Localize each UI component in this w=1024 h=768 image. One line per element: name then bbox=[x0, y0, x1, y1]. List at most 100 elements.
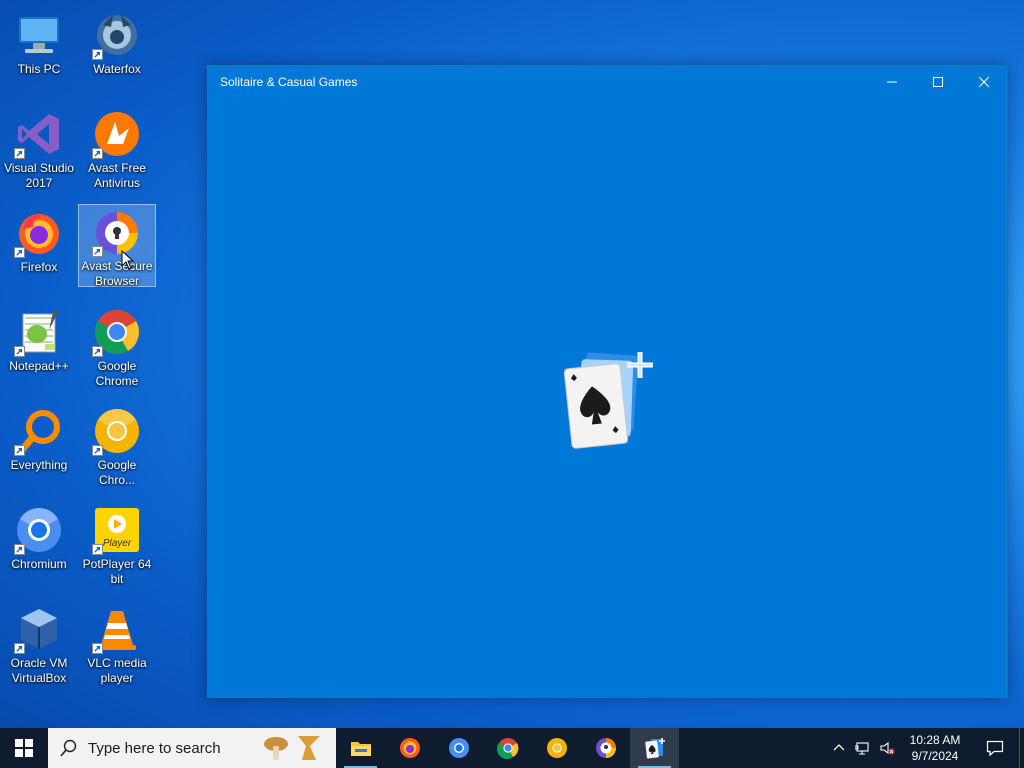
taskbar-file-explorer[interactable] bbox=[336, 728, 385, 768]
search-placeholder: Type here to search bbox=[88, 739, 221, 757]
avast-secure-browser-icon bbox=[92, 209, 142, 257]
solitaire-window[interactable]: Solitaire & Casual Games bbox=[207, 65, 1008, 698]
taskbar-solitaire[interactable] bbox=[630, 728, 679, 768]
desktop-icon-label: Firefox bbox=[20, 260, 58, 274]
start-button[interactable] bbox=[0, 728, 48, 768]
shortcut-arrow-icon bbox=[14, 643, 25, 654]
shortcut-arrow-icon bbox=[14, 148, 25, 159]
desktop-icon-label: VLC media player bbox=[87, 656, 147, 685]
taskbar-firefox[interactable] bbox=[385, 728, 434, 768]
shortcut-arrow-icon bbox=[92, 544, 103, 555]
shortcut-arrow-icon bbox=[92, 148, 103, 159]
show-desktop-button[interactable] bbox=[1019, 728, 1024, 768]
desktop-icon-vlc[interactable]: VLC media player bbox=[78, 600, 156, 686]
network-icon bbox=[855, 742, 869, 755]
avast-secure-browser-icon bbox=[595, 738, 616, 758]
chevron-up-icon bbox=[833, 744, 845, 751]
desktop-icon-label: Notepad++ bbox=[9, 359, 69, 373]
desktop-icon-this-pc[interactable]: This PC bbox=[0, 6, 78, 77]
minimize-button[interactable] bbox=[869, 66, 915, 97]
taskbar-chrome-canary[interactable] bbox=[532, 728, 581, 768]
desktop-icon-label: Avast Secure Browser bbox=[81, 259, 153, 288]
shortcut-arrow-icon bbox=[92, 445, 103, 456]
file-explorer-icon bbox=[350, 742, 371, 756]
firefox-icon bbox=[399, 738, 420, 758]
desktop-icon-notepad-plus-plus[interactable]: Notepad++ bbox=[0, 303, 78, 374]
window-title: Solitaire & Casual Games bbox=[220, 74, 358, 89]
taskbar-avast-secure-browser[interactable] bbox=[581, 728, 630, 768]
waterfox-icon bbox=[92, 10, 142, 60]
chromium-icon bbox=[448, 738, 469, 758]
desktop-icon-virtualbox[interactable]: Oracle VM VirtualBox bbox=[0, 600, 78, 686]
clock-time: 10:28 AM bbox=[909, 733, 961, 747]
desktop-icon-chromium[interactable]: Chromium bbox=[0, 501, 78, 572]
taskbar-search-box[interactable]: Type here to search bbox=[48, 728, 336, 768]
windows-logo-icon bbox=[15, 739, 33, 757]
volume-muted-icon bbox=[880, 741, 895, 755]
desktop-icon-everything[interactable]: Everything bbox=[0, 402, 78, 473]
taskbar-chromium[interactable] bbox=[434, 728, 483, 768]
clock-date: 9/7/2024 bbox=[911, 749, 959, 763]
notification-icon bbox=[986, 740, 1004, 757]
desktop-icon-label: This PC bbox=[17, 62, 61, 76]
chromium-icon bbox=[14, 505, 64, 555]
potplayer-icon: Player bbox=[92, 505, 142, 555]
desktop-icon-potplayer[interactable]: Player PotPlayer 64 bit bbox=[78, 501, 156, 587]
solitaire-spade-cards-icon bbox=[563, 352, 653, 449]
desktop-icon-label: Everything bbox=[10, 458, 68, 472]
avast-antivirus-icon bbox=[92, 109, 142, 159]
close-button[interactable] bbox=[961, 66, 1007, 97]
desktop-icon-label: Oracle VM VirtualBox bbox=[10, 656, 68, 685]
volume-button[interactable] bbox=[875, 728, 899, 768]
search-highlight-mushroom-icon bbox=[264, 736, 320, 760]
action-center-button[interactable] bbox=[971, 728, 1019, 768]
network-button[interactable] bbox=[851, 728, 875, 768]
desktop-icon-waterfox[interactable]: Waterfox bbox=[78, 6, 156, 77]
shortcut-arrow-icon bbox=[14, 445, 25, 456]
taskbar: Type here to search 10:28 AM 9/7/2024 bbox=[0, 728, 1024, 768]
solitaire-icon bbox=[644, 738, 665, 759]
vlc-cone-icon bbox=[92, 604, 142, 654]
desktop-icon-label: Chromium bbox=[11, 557, 67, 571]
chrome-canary-icon bbox=[92, 406, 142, 456]
desktop-icon-label: Avast Free Antivirus bbox=[88, 161, 146, 190]
taskbar-chrome[interactable] bbox=[483, 728, 532, 768]
shortcut-arrow-icon bbox=[14, 247, 25, 258]
desktop-icon-avast-antivirus[interactable]: Avast Free Antivirus bbox=[78, 105, 156, 191]
close-icon bbox=[978, 76, 990, 87]
desktop-icon-visual-studio[interactable]: Visual Studio 2017 bbox=[0, 105, 78, 191]
shortcut-arrow-icon bbox=[92, 346, 103, 357]
search-icon bbox=[60, 739, 77, 757]
desktop-icon-label: Waterfox bbox=[93, 62, 141, 76]
virtualbox-icon bbox=[14, 604, 64, 654]
shortcut-arrow-icon bbox=[92, 246, 103, 257]
visual-studio-icon bbox=[14, 109, 64, 159]
desktop-icon-firefox[interactable]: Firefox bbox=[0, 204, 78, 275]
desktop-icon-label: PotPlayer 64 bit bbox=[82, 557, 152, 586]
desktop-icon-label: Google Chro... bbox=[97, 458, 137, 487]
svg-text:Player: Player bbox=[103, 538, 132, 549]
firefox-icon bbox=[14, 208, 64, 258]
shortcut-arrow-icon bbox=[92, 49, 103, 60]
shortcut-arrow-icon bbox=[92, 643, 103, 654]
everything-search-icon bbox=[14, 406, 64, 456]
window-titlebar[interactable]: Solitaire & Casual Games bbox=[208, 66, 1007, 97]
mouse-cursor-icon bbox=[121, 250, 134, 270]
shortcut-arrow-icon bbox=[14, 544, 25, 555]
system-tray: 10:28 AM 9/7/2024 bbox=[827, 728, 1024, 768]
taskbar-clock[interactable]: 10:28 AM 9/7/2024 bbox=[899, 732, 971, 764]
maximize-icon bbox=[933, 76, 943, 87]
desktop-icon-google-chrome[interactable]: Google Chrome bbox=[78, 303, 156, 389]
desktop-icon-label: Visual Studio 2017 bbox=[4, 161, 74, 190]
desktop-icon-google-chrome-canary[interactable]: Google Chro... bbox=[78, 402, 156, 488]
shortcut-arrow-icon bbox=[14, 346, 25, 357]
chrome-canary-icon bbox=[546, 738, 567, 758]
maximize-button[interactable] bbox=[915, 66, 961, 97]
desktop-icon-label: Google Chrome bbox=[95, 359, 139, 388]
chrome-icon bbox=[92, 307, 142, 357]
desktop-icon-avast-secure-browser[interactable]: Avast Secure Browser bbox=[78, 204, 156, 288]
notepad-plus-plus-icon bbox=[14, 307, 64, 357]
chrome-icon bbox=[496, 738, 518, 759]
show-hidden-icons-button[interactable] bbox=[827, 728, 851, 768]
minimize-icon bbox=[887, 81, 897, 82]
